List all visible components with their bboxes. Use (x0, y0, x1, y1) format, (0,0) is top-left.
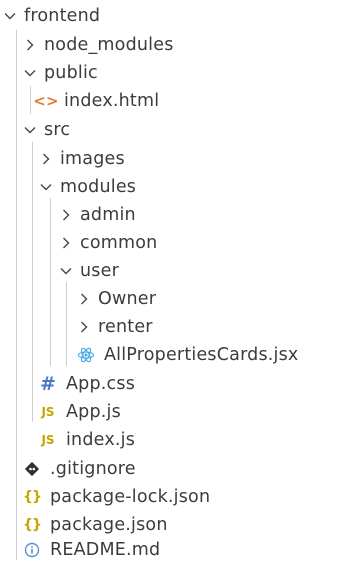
info-icon (22, 542, 42, 558)
chevron-right-icon[interactable] (58, 235, 74, 251)
chevron-right-icon[interactable] (76, 319, 92, 335)
tree-item-label: index.js (66, 430, 136, 450)
tree-item-user[interactable]: user (58, 257, 119, 285)
tree-item-label: package.json (50, 515, 168, 535)
tree-item-images[interactable]: images (38, 145, 125, 173)
tree-item-app-css[interactable]: # App.css (38, 370, 135, 398)
chevron-down-icon[interactable] (22, 65, 38, 81)
react-icon (76, 346, 96, 364)
tree-item-renter[interactable]: renter (76, 313, 153, 341)
tree-item-label: user (80, 261, 119, 281)
chevron-right-icon[interactable] (22, 37, 38, 53)
tree-item-label: package-lock.json (50, 487, 211, 507)
tree-item-label: App.css (66, 374, 136, 394)
tree-item-label: node_modules (44, 35, 174, 55)
tree-item-label: Owner (98, 289, 157, 309)
css-file-icon: # (39, 373, 57, 395)
html-file-icon: <> (33, 92, 59, 110)
tree-item-label: src (44, 120, 71, 140)
tree-item-label: admin (80, 205, 136, 225)
chevron-down-icon[interactable] (2, 8, 18, 24)
tree-item-package-lock-json[interactable]: {} package-lock.json (22, 483, 210, 511)
git-icon (22, 461, 42, 477)
tree-item-index-html[interactable]: <> index.html (33, 87, 160, 115)
tree-item-owner[interactable]: Owner (76, 285, 156, 313)
tree-item-modules[interactable]: modules (38, 173, 136, 201)
file-explorer-tree: frontend node_modules public <> index.ht… (0, 0, 356, 562)
tree-item-allpropertiescards-jsx[interactable]: AllPropertiesCards.jsx (76, 341, 299, 369)
tree-item-package-json[interactable]: {} package.json (22, 511, 168, 539)
tree-item-public[interactable]: public (22, 59, 98, 87)
tree-item-gitignore[interactable]: .gitignore (22, 455, 136, 483)
tree-item-label: README.md (50, 540, 161, 560)
tree-item-app-js[interactable]: JS App.js (38, 398, 121, 426)
tree-item-label: modules (60, 177, 137, 197)
indent-guide (30, 86, 31, 114)
indent-guide (32, 142, 33, 422)
tree-item-readme-md[interactable]: README.md (22, 536, 160, 564)
chevron-right-icon[interactable] (58, 207, 74, 223)
chevron-right-icon[interactable] (38, 151, 54, 167)
tree-item-label: index.html (64, 91, 160, 111)
tree-item-label: frontend (24, 6, 101, 26)
tree-item-label: common (80, 233, 158, 253)
js-file-icon: JS (41, 433, 55, 447)
tree-item-label: App.js (66, 402, 121, 422)
json-file-icon: {} (23, 489, 42, 505)
tree-item-common[interactable]: common (58, 229, 157, 257)
chevron-down-icon[interactable] (58, 263, 74, 279)
tree-item-label: AllPropertiesCards.jsx (104, 345, 299, 365)
indent-guide (66, 282, 67, 366)
tree-item-label: images (60, 149, 125, 169)
tree-item-label: .gitignore (50, 459, 136, 479)
tree-item-node-modules[interactable]: node_modules (22, 31, 174, 59)
tree-item-index-js[interactable]: JS index.js (38, 426, 135, 454)
tree-item-label: renter (98, 317, 153, 337)
js-file-icon: JS (41, 405, 55, 419)
chevron-right-icon[interactable] (76, 291, 92, 307)
tree-item-label: public (44, 63, 98, 83)
tree-item-admin[interactable]: admin (58, 201, 136, 229)
json-file-icon: {} (23, 517, 42, 533)
tree-item-frontend[interactable]: frontend (2, 2, 100, 30)
chevron-down-icon[interactable] (38, 179, 54, 195)
indent-guide (50, 198, 51, 366)
chevron-down-icon[interactable] (22, 122, 38, 138)
tree-item-src[interactable]: src (22, 116, 70, 144)
indent-guide (16, 30, 17, 560)
